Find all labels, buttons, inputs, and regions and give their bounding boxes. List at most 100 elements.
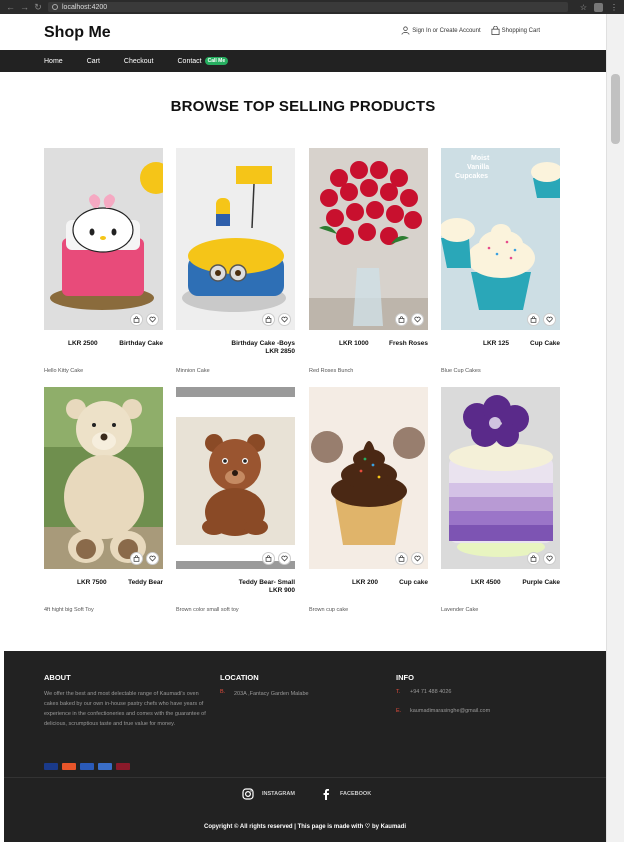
nav-home[interactable]: Home [44, 58, 63, 65]
email-address[interactable]: kaumadimarasinghe@gmail.com [410, 708, 490, 714]
browser-menu-icon[interactable]: ⋮ [610, 3, 618, 12]
phone-number[interactable]: +94 71 488 4026 [410, 689, 451, 695]
cart-label: Shopping Cart [501, 27, 540, 34]
instagram-link[interactable]: INSTAGRAM [242, 788, 295, 800]
nav-contact[interactable]: Contact Call Me [178, 57, 229, 65]
wishlist-button[interactable] [411, 552, 424, 565]
product-description: Red Roses Bunch [309, 368, 354, 374]
about-heading: ABOUT [44, 673, 71, 682]
product-card[interactable]: Moist Vanilla Cupcakes LKR 125 Cup Cake … [441, 148, 560, 374]
wishlist-button[interactable] [146, 552, 159, 565]
browser-toolbar: ← → ↻ localhost:4200 ☆ ⋮ [0, 0, 624, 14]
other-card-icon [116, 763, 130, 770]
nav-cart[interactable]: Cart [87, 58, 100, 65]
shopping-bag-icon [265, 316, 272, 323]
product-name[interactable]: Teddy Bear [128, 579, 163, 586]
product-price: LKR 7500 [77, 579, 107, 586]
product-price: LKR 2850 [265, 348, 295, 355]
address-bar[interactable]: localhost:4200 [48, 2, 568, 12]
facebook-icon [323, 789, 329, 800]
heart-icon [281, 316, 288, 323]
product-price: LKR 125 [483, 340, 510, 347]
shopping-bag-icon [398, 316, 405, 323]
add-to-cart-button[interactable] [262, 552, 275, 565]
wishlist-button[interactable] [146, 313, 159, 326]
product-name[interactable]: Teddy Bear- Small [176, 579, 295, 586]
copyright-text: Copyright © All rights reserved | This p… [204, 824, 406, 830]
back-icon[interactable]: ← [6, 0, 15, 14]
forward-icon[interactable]: → [20, 0, 29, 14]
product-description: Brown cup cake [309, 607, 349, 613]
product-description: Minnion Cake [176, 368, 210, 374]
location-label: B. [220, 689, 226, 695]
shopping-bag-icon [133, 555, 140, 562]
product-name[interactable]: Birthday Cake -Boys [176, 340, 295, 347]
heart-icon [149, 316, 156, 323]
product-card[interactable]: LKR 4500 Purple Cake Lavender Cake [441, 387, 560, 613]
product-name[interactable]: Cup Cake [530, 340, 560, 347]
hello-kitty-cake-image[interactable] [44, 148, 163, 330]
product-card[interactable]: LKR 1000 Fresh Roses Red Roses Bunch [309, 148, 428, 374]
brand-logo[interactable]: Shop Me [44, 24, 111, 42]
site-footer: ABOUT We offer the best and most delecta… [4, 651, 606, 777]
wishlist-button[interactable] [411, 313, 424, 326]
purple-cake-image[interactable] [441, 387, 560, 569]
product-card[interactable]: LKR 200 Cup cake Brown cup cake [309, 387, 428, 613]
shopping-bag-icon [530, 316, 537, 323]
heart-icon [414, 316, 421, 323]
visa-icon [44, 763, 58, 770]
add-to-cart-button[interactable] [130, 313, 143, 326]
profile-avatar[interactable] [594, 2, 603, 12]
site-header: Shop Me Sign In or Create Account Shoppi… [0, 14, 606, 50]
roses-image[interactable] [309, 148, 428, 330]
wishlist-button[interactable] [278, 313, 291, 326]
product-name[interactable]: Cup cake [399, 579, 428, 586]
nav-checkout[interactable]: Checkout [124, 58, 154, 65]
add-to-cart-button[interactable] [395, 313, 408, 326]
product-card[interactable]: Teddy Bear- Small LKR 900 Brown color sm… [176, 387, 295, 613]
mastercard-icon [62, 763, 76, 770]
add-to-cart-button[interactable] [527, 552, 540, 565]
product-card[interactable]: LKR 2500 Birthday Cake Hello Kitty Cake [44, 148, 163, 374]
small-teddy-image[interactable] [176, 387, 295, 569]
reload-icon[interactable]: ↻ [34, 0, 42, 14]
phone-label: T. [396, 689, 401, 695]
brown-cupcake-image[interactable] [309, 387, 428, 569]
add-to-cart-button[interactable] [395, 552, 408, 565]
shopping-bag-icon [530, 555, 537, 562]
product-card[interactable]: LKR 7500 Teddy Bear 4ft hight big Soft T… [44, 387, 163, 613]
blue-cupcakes-image[interactable]: Moist Vanilla Cupcakes [441, 148, 560, 330]
product-description: Lavender Cake [441, 607, 479, 613]
wishlist-button[interactable] [543, 313, 556, 326]
product-name[interactable]: Purple Cake [522, 579, 560, 586]
wishlist-button[interactable] [543, 552, 556, 565]
footer-bottom: INSTAGRAM FACEBOOK Copyright © All right… [4, 777, 606, 842]
url-text: localhost:4200 [62, 3, 108, 11]
signin-link[interactable]: Sign In or Create Account [401, 26, 481, 35]
add-to-cart-button[interactable] [527, 313, 540, 326]
shopping-cart-link[interactable]: Shopping Cart [491, 26, 540, 35]
info-icon[interactable] [52, 4, 58, 10]
facebook-link[interactable]: FACEBOOK [320, 788, 371, 800]
minion-cake-image[interactable] [176, 148, 295, 330]
big-teddy-image[interactable] [44, 387, 163, 569]
email-label: E. [396, 708, 402, 714]
maestro-icon [80, 763, 94, 770]
facebook-label: FACEBOOK [340, 791, 372, 797]
call-me-badge: Call Me [204, 57, 229, 65]
wishlist-button[interactable] [278, 552, 291, 565]
heart-icon [546, 316, 553, 323]
page-scrollbar[interactable] [606, 14, 624, 842]
heart-icon [414, 555, 421, 562]
add-to-cart-button[interactable] [130, 552, 143, 565]
shopping-bag-icon [133, 316, 140, 323]
scrollbar-thumb[interactable] [611, 74, 620, 144]
add-to-cart-button[interactable] [262, 313, 275, 326]
product-card[interactable]: Birthday Cake -Boys LKR 2850 Minnion Cak… [176, 148, 295, 374]
product-description: Blue Cup Cakes [441, 368, 481, 374]
bookmark-star-icon[interactable]: ☆ [580, 3, 587, 12]
svg-text:Vanilla: Vanilla [467, 164, 489, 171]
product-name[interactable]: Fresh Roses [389, 340, 428, 347]
product-name[interactable]: Birthday Cake [119, 340, 163, 347]
section-title: BROWSE TOP SELLING PRODUCTS [170, 98, 436, 115]
